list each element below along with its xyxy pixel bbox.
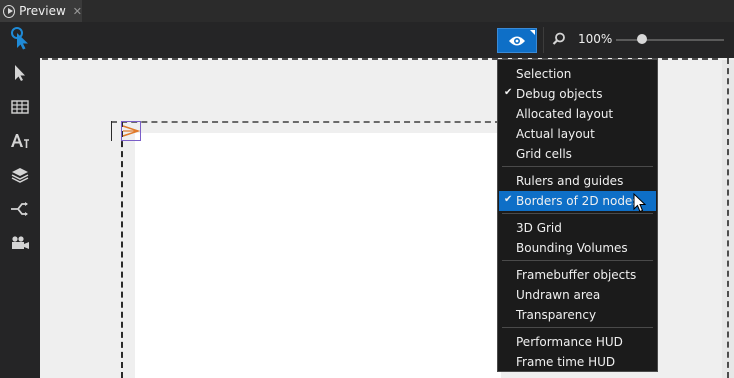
menu-item-label: Frame time HUD: [516, 355, 616, 369]
menu-item-label: Bounding Volumes: [516, 241, 628, 255]
menu-item-framebuffer-objects[interactable]: Framebuffer objects: [499, 265, 656, 285]
magnifier-icon: [552, 32, 565, 45]
menu-item-grid-cells[interactable]: Grid cells: [499, 144, 656, 164]
layers-tool-button[interactable]: [7, 162, 33, 188]
debug-visibility-button[interactable]: [497, 28, 537, 53]
root-node-area[interactable]: [135, 133, 501, 378]
menu-item-frame-time-hud[interactable]: Frame time HUD: [499, 352, 656, 372]
connections-icon: [11, 202, 28, 216]
menu-item-transparency[interactable]: Transparency: [499, 305, 656, 325]
layers-icon: [11, 168, 29, 183]
camera-icon: [12, 236, 29, 249]
menu-item-label: Debug objects: [516, 87, 603, 101]
zoom-level-label: 100%: [578, 32, 613, 46]
zoom-button[interactable]: [552, 31, 566, 50]
text-size-icon: [11, 134, 29, 148]
menu-item-label: Borders of 2D nodes: [516, 194, 639, 208]
menu-item-label: Grid cells: [516, 147, 572, 161]
left-toolbar: [0, 22, 40, 378]
play-circle-icon: [3, 4, 16, 18]
text-tool-button[interactable]: [7, 128, 33, 154]
node-border-top: [111, 121, 501, 123]
pick-tool-button[interactable]: [7, 25, 33, 51]
pointer-pick-icon: [11, 27, 28, 50]
menu-item-label: 3D Grid: [516, 221, 562, 235]
grid-icon: [11, 100, 29, 114]
menu-separator: [502, 260, 653, 261]
menu-item-selection[interactable]: Selection: [499, 64, 656, 84]
tab-bar: Preview ✕: [0, 0, 734, 23]
menu-item-label: Selection: [516, 67, 572, 81]
menu-item-debug-objects[interactable]: ✔ Debug objects: [499, 84, 656, 104]
menu-item-3d-grid[interactable]: 3D Grid: [499, 218, 656, 238]
close-icon[interactable]: ✕: [73, 5, 82, 18]
toolbar-separator: [543, 27, 544, 53]
debug-options-menu: Selection ✔ Debug objects Allocated layout A…: [497, 59, 658, 372]
menu-item-label: Transparency: [516, 308, 597, 322]
menu-item-label: Undrawn area: [516, 288, 601, 302]
menu-item-label: Rulers and guides: [516, 174, 624, 188]
menu-item-bounding-volumes[interactable]: Bounding Volumes: [499, 238, 656, 258]
menu-item-rulers-and-guides[interactable]: Rulers and guides: [499, 171, 656, 191]
camera-tool-button[interactable]: [7, 230, 33, 256]
checkmark-icon: ✔: [504, 87, 513, 98]
menu-item-label: Framebuffer objects: [516, 268, 637, 282]
node-border-tick: [111, 121, 112, 141]
menu-item-label: Allocated layout: [516, 107, 614, 121]
zoom-slider-track[interactable]: [616, 39, 724, 41]
menu-item-label: Actual layout: [516, 127, 595, 141]
menu-item-label: Performance HUD: [516, 335, 623, 349]
node-origin-marker[interactable]: [121, 121, 141, 141]
tab-title: Preview: [19, 4, 66, 18]
menu-separator: [502, 327, 653, 328]
menu-item-performance-hud[interactable]: Performance HUD: [499, 332, 656, 352]
arrow-select-icon: [15, 65, 25, 81]
node-border-left: [121, 121, 123, 378]
grid-tool-button[interactable]: [7, 94, 33, 120]
mouse-cursor-icon: [633, 193, 647, 213]
connections-tool-button[interactable]: [7, 196, 33, 222]
menu-item-allocated-layout[interactable]: Allocated layout: [499, 104, 656, 124]
select-tool-button[interactable]: [7, 60, 33, 86]
menu-separator: [502, 166, 653, 167]
menu-item-actual-layout[interactable]: Actual layout: [499, 124, 656, 144]
checkmark-icon: ✔: [504, 194, 513, 205]
eye-icon: [509, 36, 525, 45]
zoom-slider-thumb[interactable]: [636, 34, 647, 44]
menu-separator: [502, 213, 653, 214]
viewport-border-right: [727, 58, 729, 378]
tab-preview[interactable]: Preview ✕: [0, 0, 82, 22]
origin-arrow-icon: [122, 125, 141, 137]
menu-item-undrawn-area[interactable]: Undrawn area: [499, 285, 656, 305]
